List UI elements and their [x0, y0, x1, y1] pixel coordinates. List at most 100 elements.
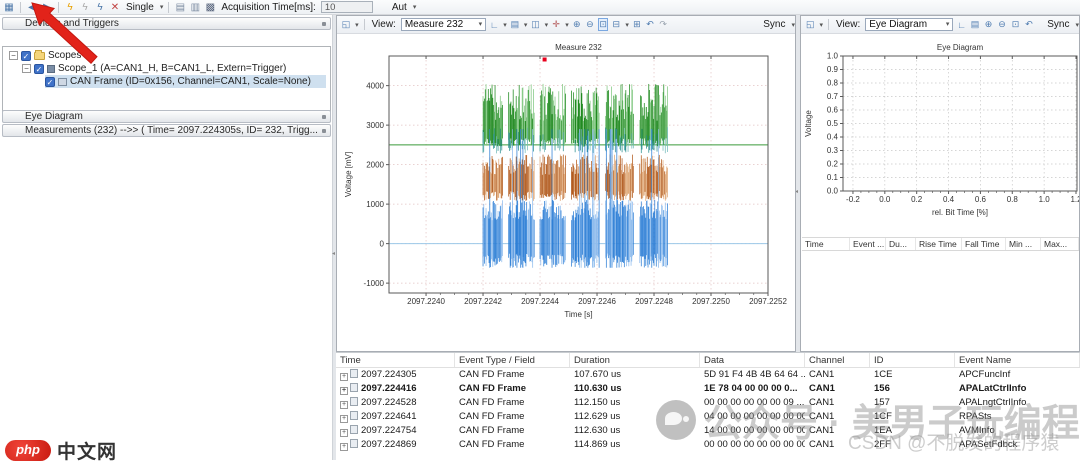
redo-icon[interactable]: ↷ [658, 19, 668, 30]
event-table-column-header[interactable]: Duration [570, 353, 700, 367]
export-report-icon[interactable]: ▤ [174, 2, 186, 13]
zoom-y-icon[interactable]: ⊞ [632, 19, 642, 30]
event-table-row[interactable]: +2097.224305CAN FD Frame107.670 us5D 91 … [336, 368, 1080, 382]
tree-item-scopes[interactable]: − ✓ Scopes [9, 49, 81, 62]
expand-row-icon[interactable]: + [340, 443, 348, 451]
expand-row-icon[interactable]: + [340, 415, 348, 423]
panel-layout-icon[interactable]: ◱ [341, 19, 351, 30]
event-table-column-header[interactable]: ID [870, 353, 955, 367]
chevron-down-icon[interactable]: ▾ [524, 21, 528, 29]
zoom-in-icon[interactable]: ⊕ [983, 19, 993, 30]
pin-icon[interactable] [322, 22, 326, 26]
zoom-fit-icon[interactable]: ⊡ [1010, 19, 1020, 30]
trigger-normal-icon[interactable]: ϟ [79, 2, 91, 13]
devices-triggers-header[interactable]: Devices and Triggers [2, 17, 331, 30]
expand-row-icon[interactable]: + [340, 373, 348, 381]
measurements-header[interactable]: Measurements (232) -->> ( Time= 2097.224… [2, 124, 331, 137]
cell-event-name: APALngtCtrlInfo [955, 396, 1080, 410]
cell-time: +2097.224754 [336, 424, 455, 438]
eye-stats-column[interactable]: Event ... [850, 238, 886, 250]
checkbox-checked-icon[interactable]: ✓ [34, 64, 44, 74]
display-grid-icon[interactable]: ▤ [510, 19, 520, 30]
event-table-row[interactable]: +2097.224754CAN FD Frame112.630 us14 00 … [336, 424, 1080, 438]
pin-icon[interactable] [322, 129, 326, 133]
checkbox-checked-icon[interactable]: ✓ [21, 51, 31, 61]
aut-dropdown[interactable]: Aut [392, 2, 407, 13]
checkbox-checked-icon[interactable]: ✓ [45, 77, 55, 87]
eye-diagram-header[interactable]: Eye Diagram [2, 110, 331, 123]
zoom-x-icon[interactable]: ⊟ [611, 19, 621, 30]
eye-stats-column[interactable]: Du... [886, 238, 916, 250]
svg-text:0.3: 0.3 [827, 146, 839, 155]
axes-icon[interactable]: ∟ [489, 20, 499, 30]
display-split-icon[interactable]: ◫ [530, 19, 540, 30]
eye-stats-column[interactable]: Min ... [1006, 238, 1041, 250]
window-layout-icon[interactable]: ▦ [3, 2, 15, 13]
chevron-down-icon[interactable]: ▾ [545, 21, 549, 29]
event-table-column-header[interactable]: Event Name [955, 353, 1080, 367]
chevron-down-icon[interactable]: ▾ [565, 21, 569, 29]
eye-stats-column[interactable]: Time [802, 238, 850, 250]
collapse-left-icon[interactable]: ◂ [332, 250, 335, 257]
undo-icon[interactable]: ↶ [645, 19, 655, 30]
scope-settings-icon[interactable]: ▩ [204, 2, 216, 13]
expand-row-icon[interactable]: + [340, 429, 348, 437]
zoom-out-icon[interactable]: ⊖ [997, 19, 1007, 30]
chevron-down-icon[interactable]: ▾ [413, 3, 417, 11]
display-grid-icon[interactable]: ▤ [970, 19, 980, 30]
chevron-down-icon[interactable]: ▾ [160, 3, 164, 11]
single-mode-button[interactable]: Single [126, 2, 154, 13]
zoom-fit-icon[interactable]: ⊡ [598, 18, 608, 31]
panel-layout-icon[interactable]: ◱ [805, 19, 815, 30]
event-table-row[interactable]: +2097.224416CAN FD Frame110.630 us1E 78 … [336, 382, 1080, 396]
event-table-row[interactable]: +2097.224528CAN FD Frame112.150 us00 00 … [336, 396, 1080, 410]
eye-diagram-chart[interactable]: -0.20.00.20.40.60.81.01.20.00.10.20.30.4… [801, 34, 1079, 234]
trigger-force-icon[interactable]: ϟ [94, 2, 106, 13]
cell-channel: CAN1 [805, 382, 870, 396]
event-table-column-header[interactable]: Event Type / Field [455, 353, 570, 367]
measure-waveform-chart[interactable]: 2097.22402097.22422097.22442097.22462097… [337, 34, 794, 337]
chevron-down-icon[interactable]: ▾ [355, 21, 359, 29]
cell-id: 1CE [870, 368, 955, 382]
nav-forward-icon[interactable]: ▶ [41, 2, 53, 13]
acquisition-time-input[interactable] [321, 1, 373, 13]
main-toolbar: ▦ ◀ ▶ ϟ ϟ ϟ ✕ Single ▾ ▤ ▥ ▩ Acquisition… [0, 0, 1080, 15]
chevron-down-icon[interactable]: ▾ [625, 21, 629, 29]
svg-text:rel. Bit Time [%]: rel. Bit Time [%] [932, 208, 988, 217]
cursor-icon[interactable]: ✛ [551, 19, 561, 30]
view-selector[interactable]: Eye Diagram ▾ [865, 18, 953, 31]
toolbar-separator [20, 2, 21, 13]
measure-view-panel: ◱ ▾ View: Measure 232 ▾ ∟▾ ▤▾ ◫▾ ✛▾ ⊕ ⊖ … [336, 15, 796, 352]
expand-row-icon[interactable]: + [340, 401, 348, 409]
sync-button[interactable]: Sync [763, 19, 785, 30]
eye-stats-column[interactable]: Fall Time [962, 238, 1006, 250]
axes-icon[interactable]: ∟ [956, 20, 966, 30]
trigger-auto-icon[interactable]: ϟ [64, 2, 76, 13]
tree-item-can-frame-selected[interactable]: ✓ CAN Frame (ID=0x156, Channel=CAN1, Sca… [45, 75, 326, 88]
zoom-in-icon[interactable]: ⊕ [572, 19, 582, 30]
chevron-down-icon[interactable]: ▾ [503, 21, 507, 29]
chevron-down-icon[interactable]: ▾ [792, 21, 796, 29]
pin-icon[interactable] [322, 115, 326, 119]
expand-row-icon[interactable]: + [340, 387, 348, 395]
chevron-down-icon[interactable]: ▾ [1075, 21, 1079, 29]
event-table-column-header[interactable]: Channel [805, 353, 870, 367]
event-table-row[interactable]: +2097.224869CAN FD Frame114.869 us00 00 … [336, 438, 1080, 452]
svg-text:0.2: 0.2 [911, 195, 923, 204]
tree-item-scope1[interactable]: − ✓ Scope_1 (A=CAN1_H, B=CAN1_L, Extern=… [22, 62, 286, 75]
sync-button[interactable]: Sync [1047, 19, 1069, 30]
undo-icon[interactable]: ↶ [1024, 19, 1034, 30]
export-data-icon[interactable]: ▥ [189, 2, 201, 13]
collapse-icon[interactable]: − [9, 51, 18, 60]
event-table-column-header[interactable]: Time [336, 353, 455, 367]
eye-stats-column[interactable]: Rise Time [916, 238, 962, 250]
event-table-row[interactable]: +2097.224641CAN FD Frame112.629 us04 00 … [336, 410, 1080, 424]
trigger-stop-icon[interactable]: ✕ [109, 2, 121, 13]
eye-stats-column[interactable]: Max... [1041, 238, 1079, 250]
collapse-icon[interactable]: − [22, 64, 31, 73]
nav-back-icon[interactable]: ◀ [26, 2, 38, 13]
view-selector[interactable]: Measure 232 ▾ [401, 18, 486, 31]
chevron-down-icon[interactable]: ▾ [819, 21, 823, 29]
zoom-out-icon[interactable]: ⊖ [585, 19, 595, 30]
event-table-column-header[interactable]: Data [700, 353, 805, 367]
